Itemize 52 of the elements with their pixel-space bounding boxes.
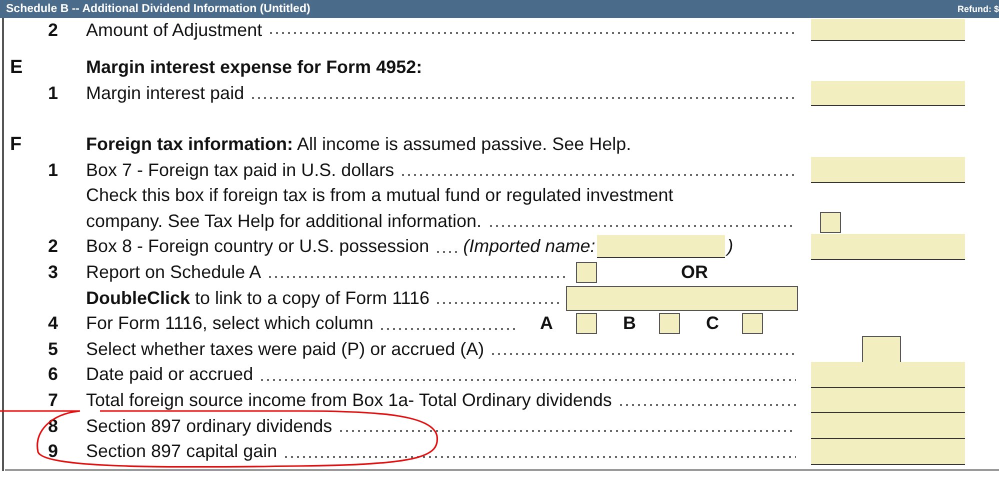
amount-field[interactable] [811,388,965,414]
section-letter: F [9,134,23,156]
refund-label: Refund: $ [958,4,999,14]
checkbox[interactable] [659,313,680,334]
checkbox[interactable] [576,313,597,334]
imported-name-label: (Imported name: [463,236,596,258]
amount-field[interactable] [811,19,965,41]
line-number: 9 [48,441,60,462]
checkbox[interactable] [576,262,597,284]
amount-field[interactable] [811,80,965,106]
line-number: 1 [48,160,60,181]
line-label: Section 897 capital gain [86,441,278,462]
section-heading: Margin interest expense for Form 4952: [86,57,422,78]
form-1116-link-field[interactable] [566,286,798,311]
or-label: OR [681,262,708,284]
checkbox[interactable] [742,313,763,334]
amount-field[interactable] [811,438,965,464]
column-label: A [540,313,553,334]
line-label: company. See Tax Help for additional information. [86,210,482,232]
line-label: Select whether taxes were paid (P) or accrued (A) [86,338,484,360]
amount-field[interactable] [811,157,965,183]
line-label: Amount of Adjustment [86,20,262,40]
line-label: Margin interest paid [86,82,244,104]
parenthesis: ) [727,236,734,258]
line-label: DoubleClick to link to a copy of Form 1116 [86,288,430,309]
imported-name-field[interactable] [597,235,726,258]
line-number: 5 [48,338,60,360]
section-heading: Foreign tax information: All income is assumed passive. See Help. [86,134,632,156]
line-number: 2 [48,20,60,40]
line-number: 6 [48,364,60,386]
column-label: C [706,313,719,334]
line-label: Box 7 - Foreign tax paid in U.S. dollars [86,160,394,181]
code-field[interactable] [862,336,901,363]
checkbox[interactable] [820,212,841,233]
country-field[interactable] [811,234,965,260]
line-number: 7 [48,390,60,412]
window-title: Schedule B -- Additional Dividend Information (Untitled) [6,3,310,15]
amount-field[interactable] [811,362,965,388]
line-label: Date paid or accrued [86,364,254,386]
amount-field[interactable] [811,413,965,439]
line-label: For Form 1116, select which column [86,313,374,334]
line-label: Total foreign source income from Box 1a- Total Ordinary dividends [86,390,612,412]
line-label: Report on Schedule A [86,262,262,284]
line-number: 3 [48,262,60,284]
line-label: Section 897 ordinary dividends [86,416,332,437]
line-number: 1 [48,82,60,104]
line-number: 4 [48,313,60,334]
section-letter: E [9,56,24,79]
line-label: Box 8 - Foreign country or U.S. possession [86,236,430,258]
line-label: Check this box if foreign tax is from a mutual fund or regulated investment [86,185,674,206]
line-number: 2 [48,236,60,258]
column-label: B [623,313,636,334]
